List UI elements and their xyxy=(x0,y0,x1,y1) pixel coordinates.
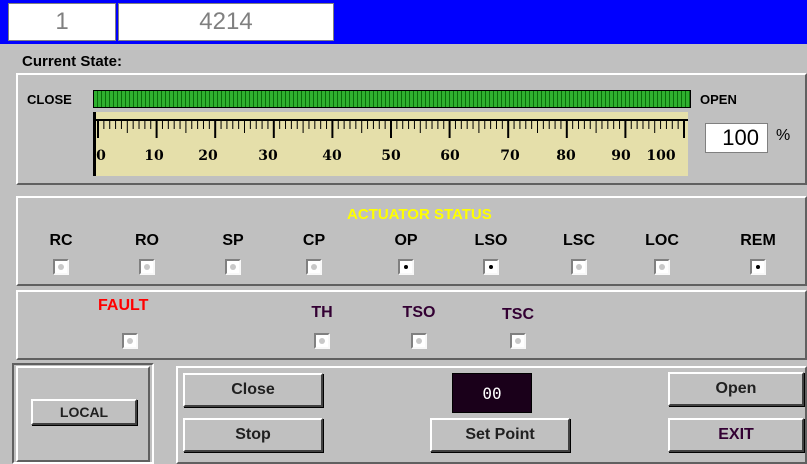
status-label-cp: CP xyxy=(302,232,326,249)
status-led-ro xyxy=(139,259,155,275)
scale-label: 0 xyxy=(96,148,106,164)
tag-field[interactable]: 4214 xyxy=(118,3,334,41)
fault-led-tso xyxy=(411,333,427,349)
status-label-sp: SP xyxy=(222,232,244,249)
local-button[interactable]: LOCAL xyxy=(31,399,137,425)
header-bar: 1 4214 xyxy=(0,0,807,44)
exit-button[interactable]: EXIT xyxy=(668,418,804,452)
scale-label: 10 xyxy=(144,148,164,164)
status-led-lso xyxy=(483,259,499,275)
status-led-lsc xyxy=(571,259,587,275)
fault-label-tsc: TSC xyxy=(502,306,534,323)
status-led-loc xyxy=(654,259,670,275)
fault-title: FAULT xyxy=(98,297,149,314)
fault-label-tso: TSO xyxy=(402,304,436,321)
status-label-lsc: LSC xyxy=(563,232,595,249)
scale-label: 40 xyxy=(322,148,342,164)
close-button[interactable]: Close xyxy=(183,373,323,407)
set-point-button[interactable]: Set Point xyxy=(430,418,570,452)
status-led-rc xyxy=(53,259,69,275)
scale-label: 80 xyxy=(556,148,576,164)
status-led-sp xyxy=(225,259,241,275)
current-state-label: Current State: xyxy=(22,53,123,70)
fault-label-th: TH xyxy=(311,304,333,321)
status-label-op: OP xyxy=(394,232,418,249)
percent-unit: % xyxy=(776,127,791,144)
status-label-loc: LOC xyxy=(645,232,679,249)
position-scale: 0 10 20 30 40 50 60 70 80 90 100 xyxy=(93,112,688,176)
status-led-cp xyxy=(306,259,322,275)
actuator-control-window: 1 4214 Current State: CLOSE OPEN 0 10 20… xyxy=(0,0,807,464)
scale-label: 30 xyxy=(258,148,278,164)
actuator-status-title: ACTUATOR STATUS xyxy=(347,206,492,223)
status-label-rem: REM xyxy=(740,232,776,249)
position-bar xyxy=(93,90,691,108)
scale-label: 100 xyxy=(646,148,676,164)
open-button[interactable]: Open xyxy=(668,372,804,406)
id-field[interactable]: 1 xyxy=(8,3,116,41)
fault-led xyxy=(122,333,138,349)
scale-label: 50 xyxy=(381,148,401,164)
position-value-field[interactable]: 100 xyxy=(705,123,768,153)
stop-button[interactable]: Stop xyxy=(183,418,323,452)
scale-label: 20 xyxy=(198,148,218,164)
open-limit-label: OPEN xyxy=(700,92,737,107)
scale-label: 90 xyxy=(611,148,631,164)
fault-led-th xyxy=(314,333,330,349)
scale-label: 70 xyxy=(500,148,520,164)
status-led-op xyxy=(398,259,414,275)
fault-led-tsc xyxy=(510,333,526,349)
scale-label: 60 xyxy=(440,148,460,164)
scale-ruler xyxy=(96,119,688,138)
setpoint-display: 00 xyxy=(452,373,532,413)
status-label-lso: LSO xyxy=(474,232,508,249)
status-label-ro: RO xyxy=(135,232,159,249)
status-label-rc: RC xyxy=(49,232,73,249)
close-limit-label: CLOSE xyxy=(27,92,72,107)
status-led-rem xyxy=(750,259,766,275)
